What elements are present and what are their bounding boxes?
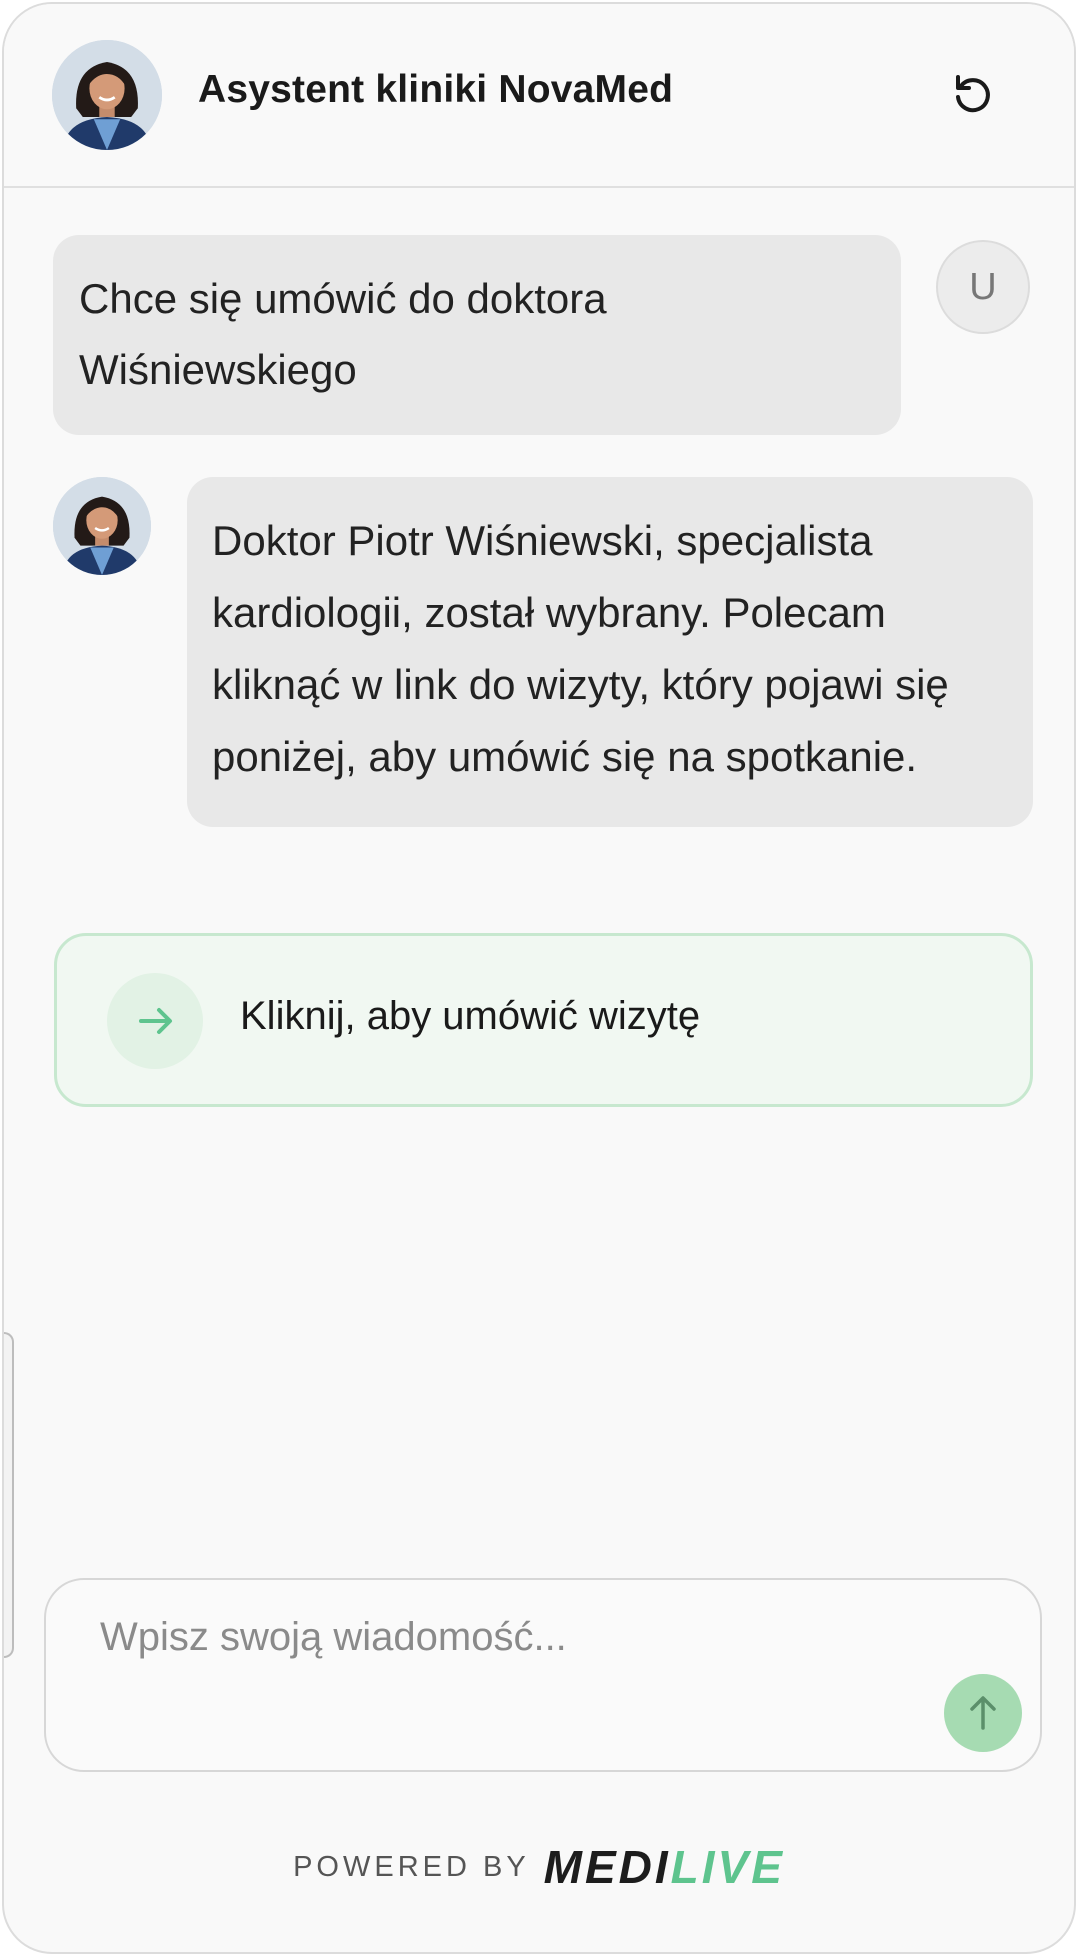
book-appointment-label: Kliknij, aby umówić wizytę [240, 994, 701, 1038]
refresh-icon [956, 75, 990, 113]
brand-logo: MEDILIVE [544, 1840, 785, 1894]
assistant-message-avatar [53, 477, 151, 575]
chat-header: Asystent kliniki NovaMed [4, 4, 1074, 188]
book-appointment-link[interactable]: Kliknij, aby umówić wizytę [54, 933, 1033, 1107]
send-button[interactable] [944, 1674, 1022, 1752]
powered-by-footer: POWERED BY MEDILIVE [4, 1840, 1074, 1894]
assistant-portrait-icon [52, 40, 162, 150]
assistant-avatar [52, 40, 162, 150]
message-composer [44, 1578, 1042, 1772]
arrow-up-icon [970, 1696, 996, 1730]
message-input[interactable] [100, 1602, 920, 1672]
assistant-portrait-icon [53, 477, 151, 575]
arrow-right-icon [107, 973, 203, 1069]
assistant-message-bubble: Doktor Piotr Wiśniewski, specjalista kar… [187, 477, 1033, 827]
side-panel-edge [4, 1332, 14, 1658]
user-avatar: U [936, 240, 1030, 334]
brand-logo-part1: MEDI [543, 1841, 671, 1893]
chat-widget: Asystent kliniki NovaMed Chce się umówić… [2, 2, 1076, 1954]
user-message-bubble: Chce się umówić do doktora Wiśniewskiego [53, 235, 901, 435]
brand-logo-part2: LIVE [670, 1841, 785, 1893]
powered-by-label: POWERED BY [293, 1850, 530, 1883]
assistant-title: Asystent kliniki NovaMed [198, 68, 674, 111]
reset-chat-button[interactable] [948, 70, 998, 120]
